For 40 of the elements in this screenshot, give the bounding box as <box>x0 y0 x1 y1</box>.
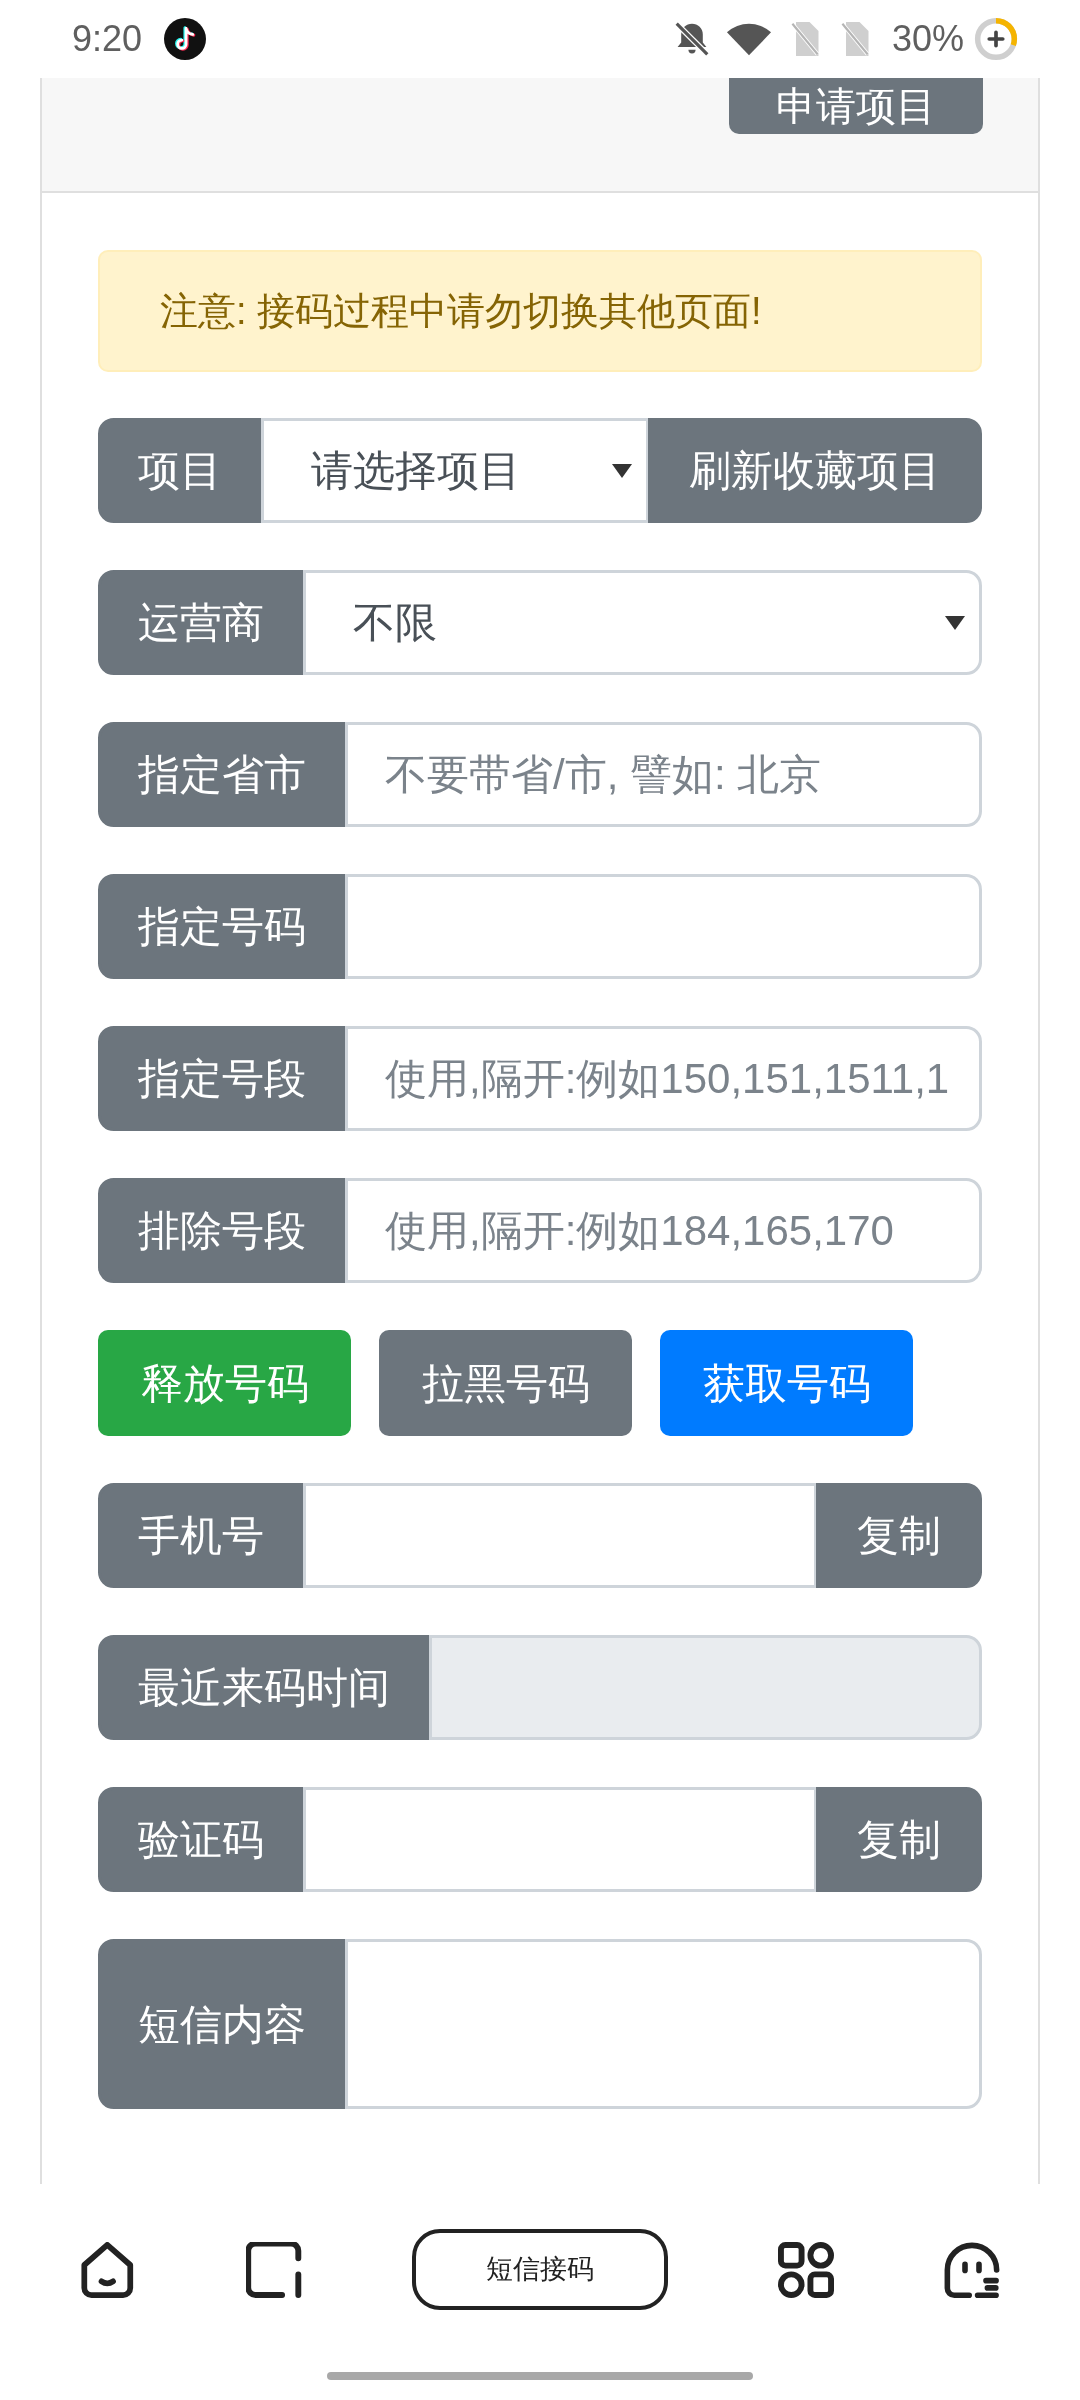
input-field[interactable]: 使用,隔开:例如184,165,170 <box>345 1178 982 1283</box>
field-label: 排除号段 <box>98 1178 346 1283</box>
field-label: 最近来码时间 <box>98 1635 430 1740</box>
apply-project-button[interactable]: 申请项目 <box>729 78 983 134</box>
grid-icon[interactable] <box>778 2241 834 2298</box>
field-label: 项目 <box>98 418 262 523</box>
field-label: 指定号码 <box>98 874 346 979</box>
select-field[interactable]: 请选择项目 <box>261 418 649 523</box>
refresh-button[interactable]: 刷新收藏项目 <box>648 418 982 523</box>
field-label: 指定省市 <box>98 722 346 827</box>
warning-alert: 注意: 接码过程中请勿切换其他页面! <box>98 250 982 372</box>
action-button[interactable]: 释放号码 <box>98 1330 351 1436</box>
battery-ring-icon <box>974 17 1018 61</box>
field-label: 运营商 <box>98 570 304 675</box>
select-field[interactable]: 不限 <box>303 570 982 675</box>
ghost-icon[interactable] <box>944 2241 1000 2298</box>
caret-icon <box>945 615 965 630</box>
status-time: 9:20 <box>72 17 143 61</box>
music-note-app-icon <box>164 18 207 60</box>
message-textarea[interactable] <box>345 1939 982 2109</box>
field-label: 指定号段 <box>98 1026 346 1131</box>
input-field[interactable]: 使用,隔开:例如150,151,1511,1 <box>345 1026 982 1131</box>
field-label: 手机号 <box>98 1483 304 1588</box>
copy-button[interactable]: 复制 <box>816 1787 982 1892</box>
action-button[interactable]: 获取号码 <box>660 1330 913 1436</box>
input-field[interactable] <box>345 874 982 979</box>
center-tab[interactable]: 短信接码 <box>412 2229 668 2310</box>
wifi-icon <box>725 22 772 56</box>
home-icon[interactable] <box>80 2241 136 2298</box>
field-label: 验证码 <box>98 1787 304 1892</box>
square-icon[interactable] <box>246 2241 302 2298</box>
action-button[interactable]: 拉黑号码 <box>379 1330 632 1436</box>
input-field[interactable] <box>303 1787 817 1892</box>
bell-off-icon <box>673 21 710 57</box>
input-field[interactable] <box>303 1483 817 1588</box>
battery-percent-text: 30% <box>891 17 964 61</box>
input-field[interactable]: 不要带省/市, 譬如: 北京 <box>345 722 982 827</box>
field-label: 短信内容 <box>98 1939 346 2109</box>
copy-button[interactable]: 复制 <box>816 1483 982 1588</box>
caret-icon <box>612 463 632 478</box>
